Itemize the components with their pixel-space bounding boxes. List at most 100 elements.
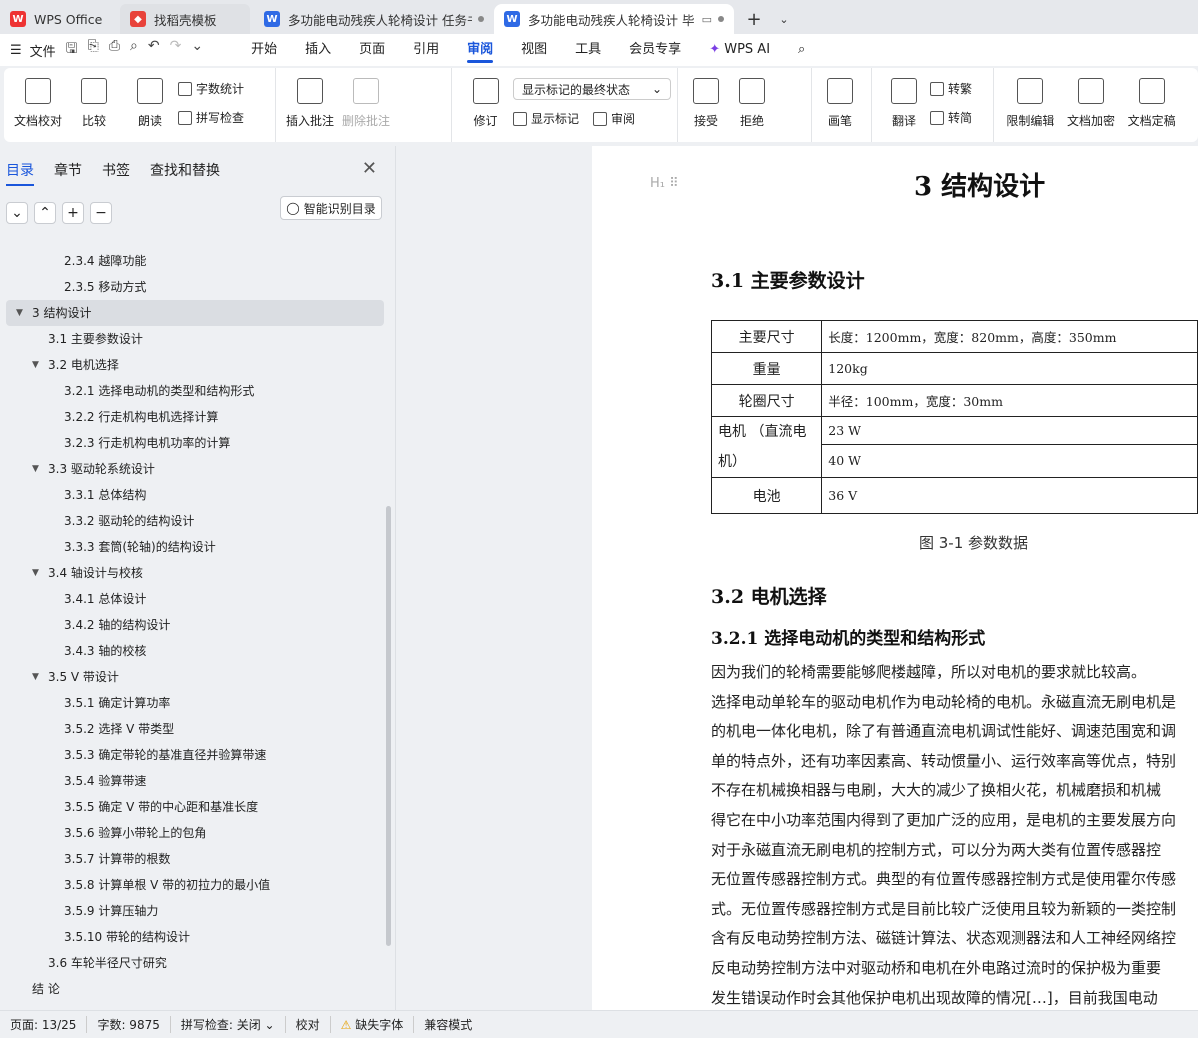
restrict-edit-button[interactable]: 限制编辑 xyxy=(1000,74,1061,129)
compare-button[interactable]: 比较 xyxy=(66,74,122,129)
toc-item[interactable]: 3.6 车轮半径尺寸研究 xyxy=(6,950,384,976)
menu-tab-member[interactable]: 会员专享 xyxy=(615,34,695,66)
spell-check-button[interactable]: 拼写检查 xyxy=(178,109,244,126)
toc-item[interactable]: 3.3.2 驱动轮的结构设计 xyxy=(6,508,384,534)
tab-document-1[interactable]: W 多功能电动残疾人轮椅设计 任务书 xyxy=(254,4,494,34)
toc-item[interactable]: 2.3.4 越障功能 xyxy=(6,248,384,274)
file-menu[interactable]: 文件 xyxy=(30,41,56,60)
expand-arrow-icon[interactable]: ▼ xyxy=(32,664,39,690)
monitor-icon[interactable]: ▭ xyxy=(702,13,712,26)
delete-comment-button[interactable]: 删除批注 xyxy=(338,74,394,129)
smart-toc-button[interactable]: ◯ 智能识别目录 xyxy=(280,196,382,220)
toc-item[interactable]: 3.4.3 轴的校核 xyxy=(6,638,384,664)
toc-item[interactable]: 3.1 主要参数设计 xyxy=(6,326,384,352)
wps-ai-button[interactable]: ✦ WPS AI xyxy=(695,34,784,66)
page-indicator[interactable]: 页面: 13/25 xyxy=(0,1016,88,1033)
show-markup-button[interactable]: 显示标记 xyxy=(513,110,579,127)
toc-item[interactable]: 3.3.3 套筒(轮轴)的结构设计 xyxy=(6,534,384,560)
new-tab-plus-icon[interactable]: + xyxy=(734,4,774,34)
toc-item[interactable]: ▼ 3.5 V 带设计 xyxy=(6,664,384,690)
remove-heading-minus-icon[interactable]: − xyxy=(90,202,112,224)
hamburger-menu-icon[interactable]: ☰ xyxy=(10,43,22,58)
word-count-button[interactable]: 字数统计 xyxy=(178,80,244,97)
undo-icon[interactable]: ↶ xyxy=(148,38,160,62)
heading-drag-handle-icon[interactable]: H₁ ⠿ xyxy=(650,176,679,191)
nav-tab-find-replace[interactable]: 查找和替换 xyxy=(150,160,220,186)
to-traditional-button[interactable]: 转繁 xyxy=(930,80,972,97)
word-count-indicator[interactable]: 字数: 9875 xyxy=(87,1016,171,1033)
toc-item[interactable]: 3.5.5 确定 V 带的中心距和基准长度 xyxy=(6,794,384,820)
toc-item[interactable]: ▼ 3.2 电机选择 xyxy=(6,352,384,378)
add-heading-plus-icon[interactable]: + xyxy=(62,202,84,224)
expand-arrow-icon[interactable]: ▼ xyxy=(32,560,39,586)
to-simplified-button[interactable]: 转简 xyxy=(930,109,972,126)
doc-proof-button[interactable]: 文档校对 xyxy=(10,74,66,129)
read-aloud-label: 朗读 xyxy=(137,114,162,128)
save-icon[interactable]: 🖫 xyxy=(66,38,78,62)
menu-tab-page[interactable]: 页面 xyxy=(345,34,399,66)
toc-item[interactable]: 3.2.2 行走机构电机选择计算 xyxy=(6,404,384,430)
toc-item[interactable]: ▼ 3.3 驱动轮系统设计 xyxy=(6,456,384,482)
insert-comment-button[interactable]: 插入批注 xyxy=(282,74,338,129)
tab-wps-office[interactable]: W WPS Office xyxy=(0,4,116,34)
toc-item[interactable]: 3.2.1 选择电动机的类型和结构形式 xyxy=(6,378,384,404)
encrypt-button[interactable]: 文档加密 xyxy=(1061,74,1122,129)
menu-tab-review[interactable]: 审阅 xyxy=(453,34,507,66)
nav-tab-toc[interactable]: 目录 xyxy=(6,160,34,186)
track-changes-button[interactable]: 修订 xyxy=(458,74,513,129)
markup-state-select[interactable]: 显示标记的最终状态 ⌄ xyxy=(513,78,671,100)
print-icon[interactable]: ⎙ xyxy=(109,38,120,62)
accept-button[interactable]: 接受 xyxy=(684,74,728,129)
collapse-all-chevron-down-icon[interactable]: ⌄ xyxy=(6,202,28,224)
toc-item[interactable]: 3.5.6 验算小带轮上的包角 xyxy=(6,820,384,846)
menu-tab-home[interactable]: 开始 xyxy=(237,34,291,66)
toc-item[interactable]: 3.5.3 确定带轮的基准直径并验算带速 xyxy=(6,742,384,768)
menu-tab-references[interactable]: 引用 xyxy=(399,34,453,66)
read-aloud-button[interactable]: 朗读 xyxy=(122,74,178,129)
menu-tab-tools[interactable]: 工具 xyxy=(561,34,615,66)
expand-arrow-icon[interactable]: ▼ xyxy=(32,352,39,378)
nav-tab-chapters[interactable]: 章节 xyxy=(54,160,82,186)
reject-button[interactable]: 拒绝 xyxy=(728,74,776,129)
toc-item[interactable]: 结 论 xyxy=(6,976,384,1002)
toc-item[interactable]: 3.5.8 计算单根 V 带的初拉力的最小值 xyxy=(6,872,384,898)
redo-icon[interactable]: ↷ xyxy=(170,38,182,62)
chevron-up-icon[interactable]: ⌃ xyxy=(34,202,56,224)
pen-button[interactable]: 画笔 xyxy=(818,74,862,129)
share-icon[interactable]: ⎘ xyxy=(88,38,99,62)
tab-list-chevron-icon[interactable]: ⌄ xyxy=(774,4,794,34)
toc-item[interactable]: 3.5.1 确定计算功率 xyxy=(6,690,384,716)
expand-arrow-icon[interactable]: ▼ xyxy=(32,456,39,482)
missing-font-status[interactable]: ⚠ 缺失字体 xyxy=(331,1016,415,1033)
toc-item[interactable]: ▼ 3.4 轴设计与校核 xyxy=(6,560,384,586)
more-chevron-icon[interactable]: ⌄ xyxy=(191,38,203,62)
toc-scrollbar[interactable] xyxy=(386,506,391,946)
toc-item[interactable]: 3.2.3 行走机构电机功率的计算 xyxy=(6,430,384,456)
toc-item[interactable]: ▼ 3 结构设计 xyxy=(6,300,384,326)
toc-item[interactable]: 3.4.2 轴的结构设计 xyxy=(6,612,384,638)
menu-tab-view[interactable]: 视图 xyxy=(507,34,561,66)
toc-item[interactable]: 2.3.5 移动方式 xyxy=(6,274,384,300)
toc-item[interactable]: 3.3.1 总体结构 xyxy=(6,482,384,508)
toc-item[interactable]: 3.5.9 计算压轴力 xyxy=(6,898,384,924)
toc-item[interactable]: 3.5.7 计算带的根数 xyxy=(6,846,384,872)
finalize-button[interactable]: 文档定稿 xyxy=(1121,74,1182,129)
toc-item[interactable]: 3.5.4 验算带速 xyxy=(6,768,384,794)
tab-docer[interactable]: ◆ 找稻壳模板 xyxy=(120,4,250,34)
toc-item[interactable]: 3.4.1 总体设计 xyxy=(6,586,384,612)
compare-icon xyxy=(81,78,107,104)
spell-check-status[interactable]: 拼写检查: 关闭 ⌄ xyxy=(171,1016,286,1033)
toc-item[interactable]: 3.5.2 选择 V 带类型 xyxy=(6,716,384,742)
expand-arrow-icon[interactable]: ▼ xyxy=(16,300,23,326)
tab-document-2[interactable]: W 多功能电动残疾人轮椅设计 毕 ▭ xyxy=(494,4,734,34)
nav-tab-bookmarks[interactable]: 书签 xyxy=(102,160,130,186)
toc-item[interactable]: 3.5.10 带轮的结构设计 xyxy=(6,924,384,950)
close-icon[interactable]: ✕ xyxy=(362,158,377,179)
menu-tab-insert[interactable]: 插入 xyxy=(291,34,345,66)
translate-button[interactable]: 翻译 xyxy=(878,74,930,129)
proof-status[interactable]: 校对 xyxy=(286,1016,331,1033)
toc-item-label: 3.4.2 轴的结构设计 xyxy=(64,618,171,632)
print-preview-icon[interactable]: ⌕ xyxy=(130,38,138,62)
search-icon[interactable]: ⌕ xyxy=(784,34,819,66)
review-pane-button[interactable]: 审阅 xyxy=(593,110,635,127)
